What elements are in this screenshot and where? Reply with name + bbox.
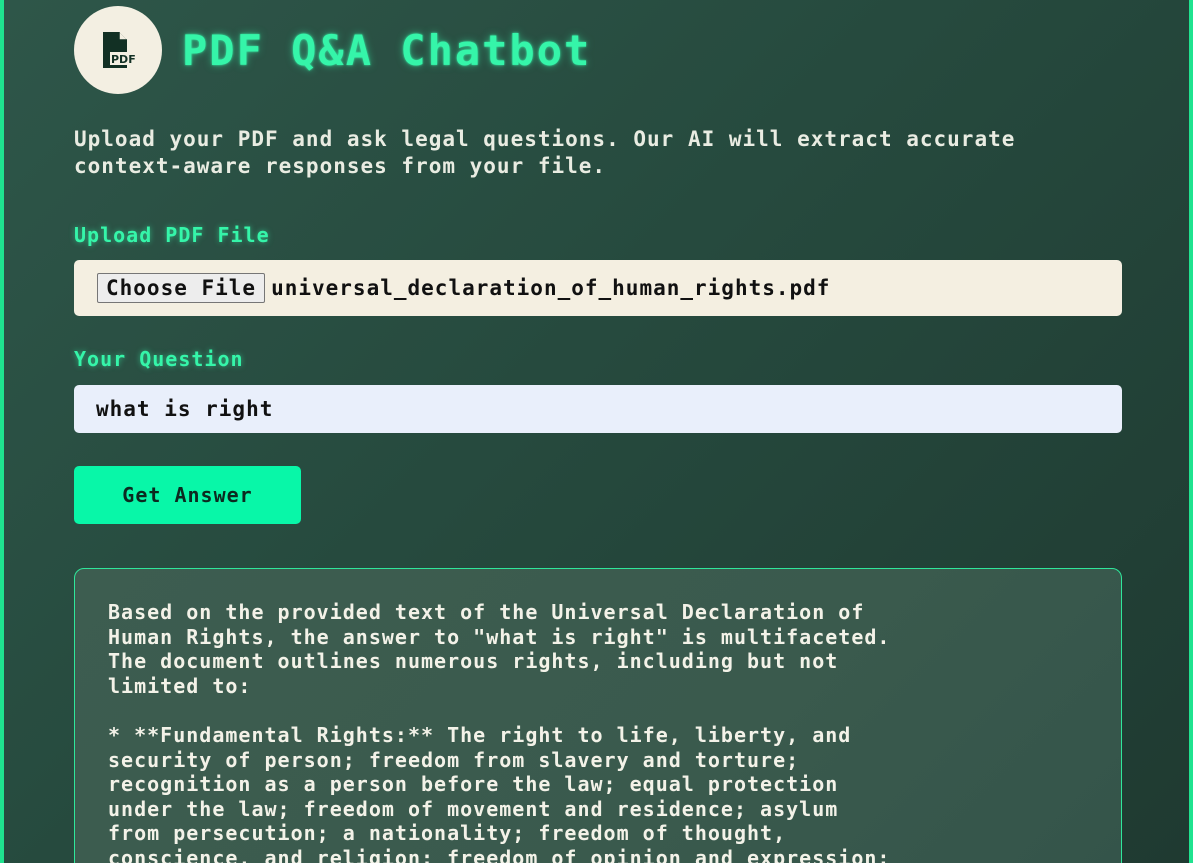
choose-file-button[interactable]: Choose File (97, 273, 266, 303)
page-title: PDF Q&A Chatbot (182, 25, 592, 75)
answer-panel: Based on the provided text of the Univer… (74, 568, 1122, 863)
logo: PDF (74, 6, 162, 94)
question-input[interactable]: what is right (74, 385, 1122, 433)
header: PDF PDF Q&A Chatbot (74, 6, 591, 94)
app-frame: PDF PDF Q&A Chatbot Upload your PDF and … (0, 0, 1193, 863)
question-label: Your Question (74, 347, 244, 371)
answer-text: Based on the provided text of the Univer… (108, 600, 891, 863)
upload-label: Upload PDF File (74, 223, 270, 247)
intro-text: Upload your PDF and ask legal questions.… (74, 127, 1016, 178)
file-input[interactable]: Choose File universal_declaration_of_hum… (74, 260, 1122, 316)
pdf-logo-text: PDF (111, 53, 135, 66)
get-answer-button[interactable]: Get Answer (74, 466, 301, 524)
selected-file-name: universal_declaration_of_human_rights.pd… (271, 276, 831, 300)
pdf-file-icon: PDF (103, 32, 135, 68)
